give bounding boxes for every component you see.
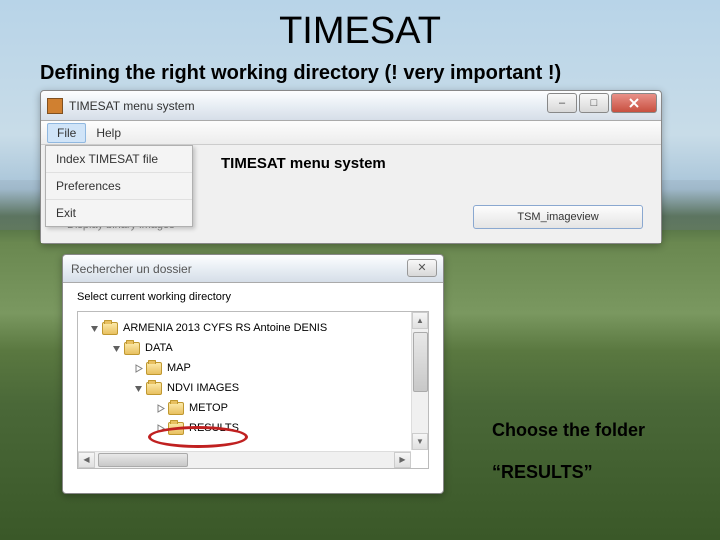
tree-item[interactable]: ARMENIA 2013 CYFS RS Antoine DENIS bbox=[82, 318, 424, 338]
window-title-text: TIMESAT menu system bbox=[69, 99, 195, 113]
browser-close-button[interactable]: ✕ bbox=[407, 259, 437, 277]
tree-item-label: MAP bbox=[167, 362, 191, 374]
tree-item-label: NDVI IMAGES bbox=[167, 382, 239, 394]
collapse-icon[interactable] bbox=[88, 322, 100, 334]
folder-browser-window: Rechercher un dossier ✕ Select current w… bbox=[62, 254, 444, 494]
menu-item-exit[interactable]: Exit bbox=[46, 200, 192, 226]
menu-help[interactable]: Help bbox=[86, 123, 131, 143]
close-icon bbox=[628, 98, 640, 108]
folder-icon bbox=[168, 402, 184, 415]
file-dropdown-menu: Index TIMESAT file Preferences Exit bbox=[45, 145, 193, 227]
tree-item[interactable]: MAP bbox=[82, 358, 424, 378]
folder-tree: ARMENIA 2013 CYFS RS Antoine DENIS DATA MA… bbox=[77, 311, 429, 469]
tree-item[interactable]: RESULTS bbox=[82, 418, 424, 438]
scroll-down-button[interactable]: ▼ bbox=[412, 433, 428, 450]
scroll-up-button[interactable]: ▲ bbox=[412, 312, 428, 329]
tsm-imageview-button[interactable]: TSM_imageview bbox=[473, 205, 643, 229]
vertical-scrollbar[interactable]: ▲ ▼ bbox=[411, 312, 428, 450]
scroll-right-button[interactable]: ▶ bbox=[394, 452, 411, 468]
close-button[interactable] bbox=[611, 93, 657, 113]
scroll-left-button[interactable]: ◀ bbox=[78, 452, 95, 468]
expand-icon[interactable] bbox=[132, 362, 144, 374]
folder-icon bbox=[102, 322, 118, 335]
folder-icon bbox=[168, 422, 184, 435]
tree-item[interactable]: METOP bbox=[82, 398, 424, 418]
window-titlebar[interactable]: TIMESAT menu system – □ bbox=[41, 91, 661, 121]
page-subtitle: Defining the right working directory (! … bbox=[40, 62, 680, 85]
scroll-thumb-vertical[interactable] bbox=[413, 332, 428, 392]
maximize-button[interactable]: □ bbox=[579, 93, 609, 113]
browser-titlebar[interactable]: Rechercher un dossier ✕ bbox=[63, 255, 443, 283]
menu-item-index-file[interactable]: Index TIMESAT file bbox=[46, 146, 192, 173]
tree-item[interactable]: NDVI IMAGES bbox=[82, 378, 424, 398]
browser-title-text: Rechercher un dossier bbox=[71, 262, 192, 276]
menu-file[interactable]: File bbox=[47, 123, 86, 143]
tree-item-label: RESULTS bbox=[189, 422, 239, 434]
tree-item-label: ARMENIA 2013 CYFS RS Antoine DENIS bbox=[123, 322, 327, 334]
scroll-thumb-horizontal[interactable] bbox=[98, 453, 188, 467]
menubar: File Help bbox=[41, 121, 661, 145]
tree-item-label: DATA bbox=[145, 342, 173, 354]
expand-icon[interactable] bbox=[154, 402, 166, 414]
minimize-button[interactable]: – bbox=[547, 93, 577, 113]
body-heading: TIMESAT menu system bbox=[221, 155, 386, 172]
horizontal-scrollbar[interactable]: ◀ ▶ bbox=[78, 451, 411, 468]
annotation-choose-folder: Choose the folder bbox=[492, 420, 645, 441]
tree-item-label: METOP bbox=[189, 402, 228, 414]
timesat-menu-window: TIMESAT menu system – □ File Help TIMESA… bbox=[40, 90, 662, 244]
expand-icon[interactable] bbox=[154, 422, 166, 434]
folder-icon bbox=[124, 342, 140, 355]
folder-icon bbox=[146, 382, 162, 395]
page-title: TIMESAT bbox=[0, 10, 720, 53]
folder-icon bbox=[146, 362, 162, 375]
annotation-results: “RESULTS” bbox=[492, 462, 593, 483]
app-icon bbox=[47, 98, 63, 114]
collapse-icon[interactable] bbox=[110, 342, 122, 354]
window-body: TIMESAT menu system Display binary image… bbox=[41, 145, 661, 243]
menu-item-preferences[interactable]: Preferences bbox=[46, 173, 192, 200]
browser-instruction-label: Select current working directory bbox=[63, 283, 443, 307]
collapse-icon[interactable] bbox=[132, 382, 144, 394]
tree-item[interactable]: DATA bbox=[82, 338, 424, 358]
